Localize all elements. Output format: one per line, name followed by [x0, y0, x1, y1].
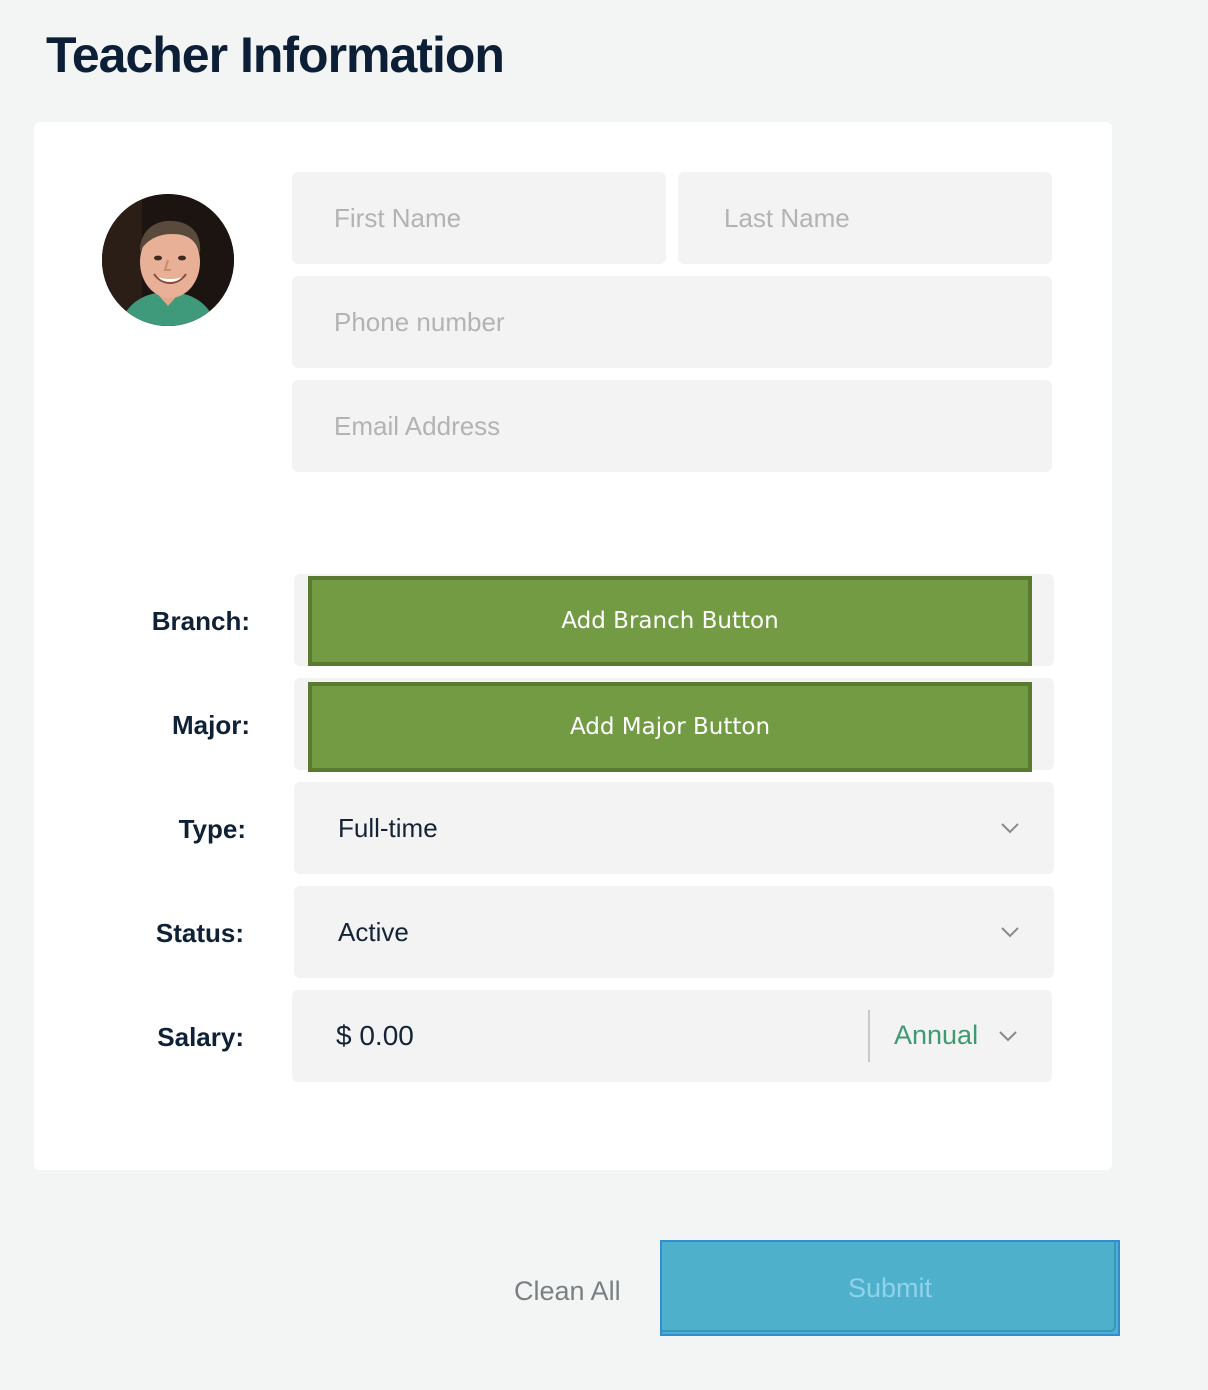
- type-select[interactable]: Full-time: [294, 782, 1054, 874]
- salary-field: $ 0.00 Annual: [292, 990, 1052, 1082]
- submit-button[interactable]: Submit: [660, 1240, 1120, 1336]
- last-name-input[interactable]: [678, 172, 1052, 264]
- chevron-down-icon: [1001, 823, 1019, 834]
- submit-button-label: Submit: [847, 1272, 933, 1303]
- chevron-down-icon: [999, 1031, 1017, 1042]
- status-select[interactable]: Active: [294, 886, 1054, 978]
- page-title: Teacher Information: [46, 27, 505, 83]
- branch-label: Branch:: [151, 606, 250, 636]
- chevron-down-icon: [1001, 927, 1019, 938]
- add-branch-button[interactable]: Add Branch Button: [308, 576, 1032, 666]
- salary-period-value: Annual: [894, 1020, 979, 1050]
- add-major-button[interactable]: Add Major Button: [308, 682, 1032, 772]
- clean-all-button[interactable]: Clean All: [514, 1276, 621, 1307]
- first-name-input[interactable]: [292, 172, 666, 264]
- salary-amount-input[interactable]: $ 0.00: [336, 1020, 414, 1052]
- status-label: Status:: [155, 918, 244, 948]
- avatar-photo-icon: [102, 194, 234, 326]
- major-label: Major:: [172, 710, 250, 740]
- phone-number-input[interactable]: [292, 276, 1052, 368]
- email-address-input[interactable]: [292, 380, 1052, 472]
- type-label: Type:: [178, 814, 246, 844]
- type-select-value: Full-time: [338, 812, 438, 843]
- status-select-value: Active: [338, 916, 409, 947]
- salary-divider: [868, 1010, 870, 1062]
- teacher-avatar[interactable]: [102, 194, 234, 326]
- salary-label: Salary:: [157, 1022, 244, 1052]
- salary-period-select[interactable]: Annual: [892, 990, 1052, 1082]
